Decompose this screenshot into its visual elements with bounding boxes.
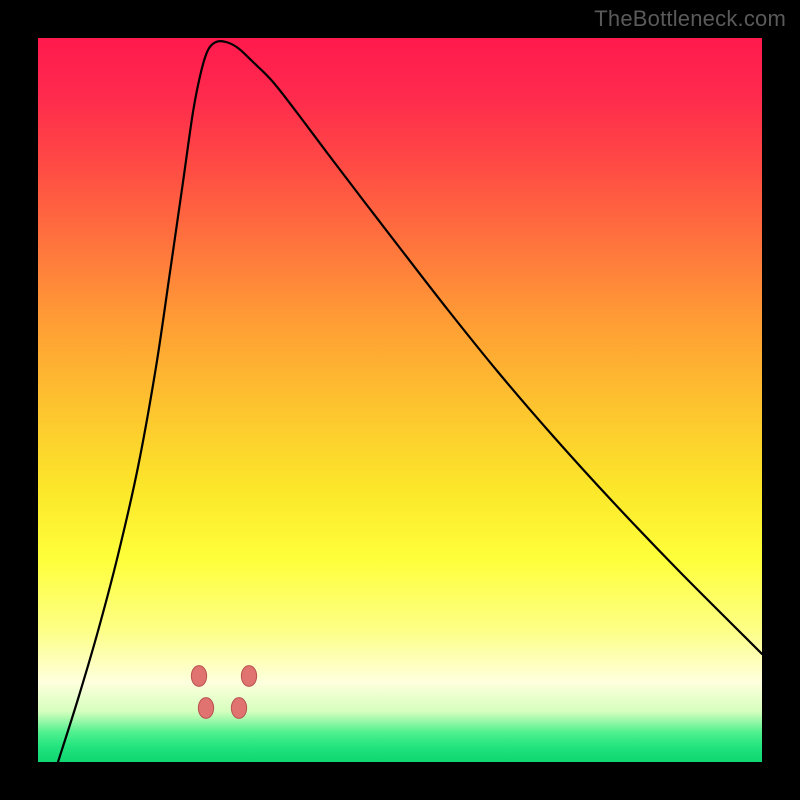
curve-layer: [38, 38, 762, 762]
marker-left-high: [191, 666, 206, 687]
marker-group: [191, 666, 256, 719]
marker-left-low: [198, 698, 213, 719]
plot-area: [38, 38, 762, 762]
marker-right-low: [231, 698, 246, 719]
bottleneck-curve: [58, 41, 762, 762]
watermark-text: TheBottleneck.com: [594, 6, 786, 32]
marker-right-high: [241, 666, 256, 687]
chart-frame: TheBottleneck.com: [0, 0, 800, 800]
